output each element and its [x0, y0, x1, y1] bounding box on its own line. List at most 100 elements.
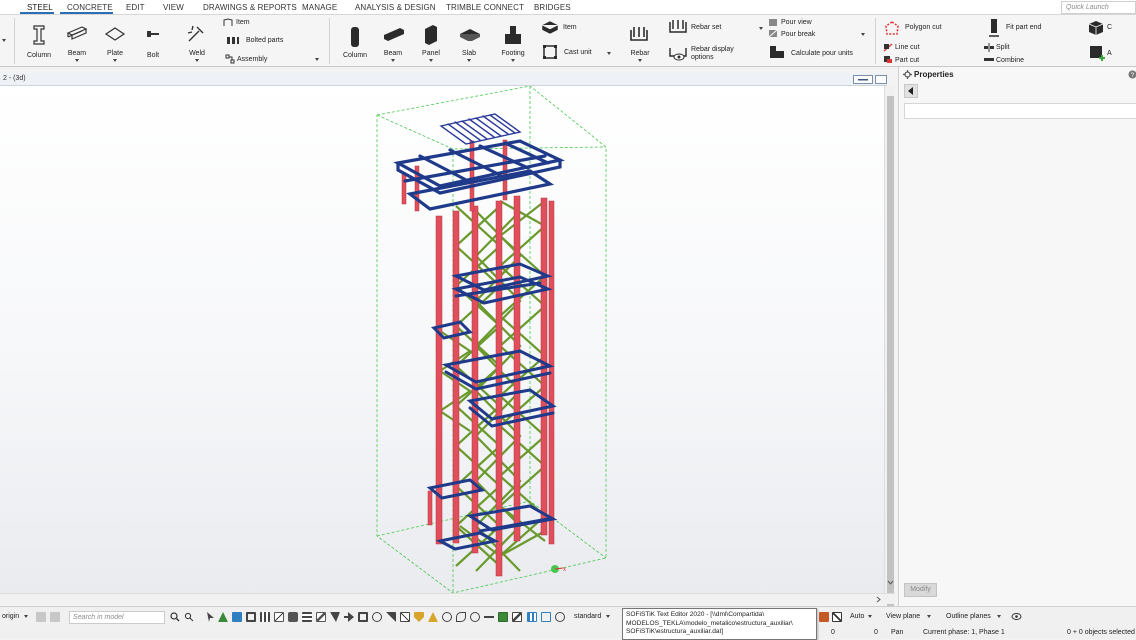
concrete-tab-underline: [60, 12, 113, 14]
snap-plane-icon[interactable]: [541, 612, 551, 622]
concrete-item-label: Item: [563, 24, 577, 31]
tab-trimble-connect[interactable]: TRIMBLE CONNECT: [446, 3, 524, 12]
tab-drawings-reports[interactable]: DRAWINGS & REPORTS: [203, 3, 297, 12]
scroll-down-icon[interactable]: [887, 580, 894, 586]
add-origin-button[interactable]: [36, 612, 46, 622]
ribbon-separator: [329, 18, 330, 64]
snap-intersection-icon[interactable]: [470, 612, 480, 622]
snap-center-icon[interactable]: [442, 612, 452, 622]
snap-mid-icon[interactable]: [428, 612, 438, 622]
tab-bridges[interactable]: BRIDGES: [534, 3, 571, 12]
chevron-down-icon: [861, 33, 865, 36]
tooltip-line-1: SOFiSTiK Text Editor 2020 - [\\dml\Compa…: [626, 611, 813, 620]
ribbon-scroll-icon[interactable]: [2, 39, 6, 42]
chevron-down-icon: [868, 615, 872, 618]
tab-analysis-design[interactable]: ANALYSIS & DESIGN: [355, 3, 436, 12]
standard-dropdown[interactable]: standard: [574, 613, 601, 620]
origin-dropdown[interactable]: origin: [2, 613, 19, 620]
properties-panel: Properties ? Modify: [898, 67, 1136, 606]
horizontal-scrollbar[interactable]: [0, 593, 895, 604]
bolted-parts-icon: [226, 36, 240, 45]
concrete-beam-label: Beam: [378, 50, 408, 57]
select-welds-icon[interactable]: [288, 612, 298, 622]
steel-beam-icon: [66, 25, 88, 45]
tab-edit[interactable]: EDIT: [126, 3, 145, 12]
search-options-icon[interactable]: [184, 612, 194, 622]
assembly-icon: [225, 54, 235, 64]
maximize-icon[interactable]: [875, 75, 887, 84]
auto-dropdown[interactable]: Auto: [850, 613, 864, 620]
pour-break-label: Pour break: [781, 31, 815, 38]
back-button[interactable]: [904, 84, 918, 98]
select-assembly-icon[interactable]: [400, 612, 410, 622]
snap-end-icon[interactable]: [414, 612, 424, 622]
select-surfaces-icon[interactable]: [246, 612, 256, 622]
select-reference-icon[interactable]: [302, 612, 312, 622]
minimize-icon[interactable]: [853, 75, 873, 84]
chevron-down-icon: [429, 59, 433, 62]
status-x-value: 0: [831, 629, 835, 636]
split-icon: [983, 43, 995, 52]
active-tab-underline: [20, 12, 54, 14]
gear-icon: [903, 70, 912, 79]
record-icon[interactable]: [819, 612, 829, 622]
modify-button[interactable]: Modify: [904, 583, 937, 597]
panel-icon: [423, 23, 439, 45]
snap-free-icon[interactable]: [498, 612, 508, 622]
search-input[interactable]: Search in model: [69, 611, 165, 624]
select-pointer-icon[interactable]: [205, 612, 215, 622]
property-type-field[interactable]: [904, 103, 1136, 119]
calculate-pour-units-icon: [768, 44, 786, 60]
snap-grid-icon[interactable]: [527, 612, 537, 622]
help-icon[interactable]: ?: [1128, 70, 1136, 79]
quick-launch-input[interactable]: Quick Launch: [1061, 1, 1136, 14]
part-cut-label: Part cut: [895, 57, 919, 64]
tab-manage[interactable]: MANAGE: [302, 3, 337, 12]
chevron-down-icon: [927, 615, 931, 618]
vertical-scrollbar[interactable]: [884, 86, 895, 593]
item-icon: [223, 18, 234, 27]
eye-icon[interactable]: [1011, 612, 1022, 621]
line-cut-label: Line cut: [895, 44, 920, 51]
tab-steel[interactable]: STEEL: [27, 3, 53, 12]
tab-view[interactable]: VIEW: [163, 3, 184, 12]
structure-model-3d[interactable]: x: [0, 86, 884, 593]
ribbon: Column Beam Plate Bolt Weld Item: [0, 15, 1136, 67]
tab-concrete[interactable]: CONCRETE: [67, 3, 113, 12]
pour-break-icon: [768, 29, 778, 38]
split-label: Split: [996, 44, 1010, 51]
chevron-down-icon: [606, 615, 610, 618]
no-snap-icon[interactable]: [832, 612, 842, 622]
origin-list-button[interactable]: [50, 612, 60, 622]
footing-icon: [503, 24, 523, 46]
model-view-3d[interactable]: x: [0, 86, 884, 593]
select-parts-icon[interactable]: [232, 612, 242, 622]
snap-arc-icon[interactable]: [456, 612, 466, 622]
view-plane-dropdown[interactable]: View plane: [886, 613, 920, 620]
snap-perpendicular-icon[interactable]: [512, 612, 522, 622]
select-views-icon[interactable]: [330, 612, 340, 622]
fit-part-end-icon: [988, 18, 1000, 40]
snap-nearest-icon[interactable]: [555, 612, 565, 622]
select-components-icon[interactable]: [218, 612, 228, 622]
chevron-down-icon: [24, 615, 28, 618]
select-rebars-icon[interactable]: [358, 612, 368, 622]
pour-view-label: Pour view: [781, 19, 812, 26]
scrollbar-thumb[interactable]: [887, 96, 894, 626]
outline-planes-dropdown[interactable]: Outline planes: [946, 613, 991, 620]
slab-label: Slab: [454, 50, 484, 57]
select-points-icon[interactable]: [372, 612, 382, 622]
snap-line-icon[interactable]: [484, 612, 494, 622]
combine-label: Combine: [996, 57, 1024, 64]
select-cuts-icon[interactable]: [316, 612, 326, 622]
scroll-right-icon[interactable]: [876, 596, 882, 603]
select-grid-icon[interactable]: [260, 612, 270, 622]
select-lines-icon[interactable]: [274, 612, 284, 622]
polygon-cut-icon: [883, 20, 901, 38]
select-planes-icon[interactable]: [386, 612, 396, 622]
select-bolts-icon[interactable]: [344, 612, 354, 622]
polygon-cut-label: Polygon cut: [905, 24, 942, 31]
search-icon[interactable]: [170, 612, 180, 622]
chevron-down-icon: [997, 615, 1001, 618]
coordinate-origin-icon: x: [551, 565, 566, 573]
